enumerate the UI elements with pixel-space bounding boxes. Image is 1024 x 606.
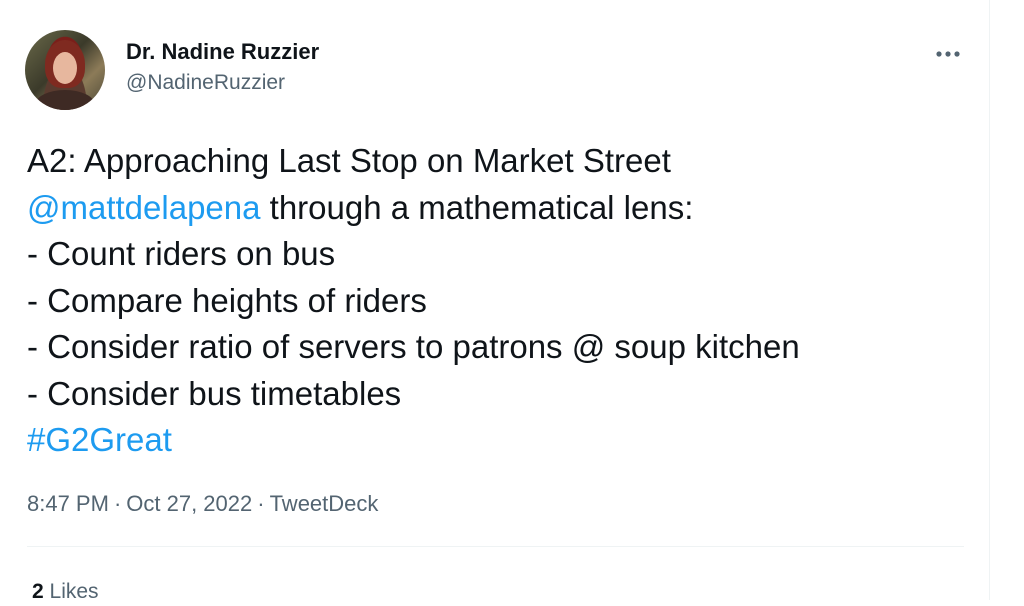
tweet-line: A2: Approaching Last Stop on Market Stre… xyxy=(27,142,671,179)
likes-stat[interactable]: 2 Likes xyxy=(32,578,99,606)
more-horizontal-icon xyxy=(936,51,960,57)
author-handle[interactable]: @NadineRuzzier xyxy=(126,69,319,97)
tweet-source[interactable]: TweetDeck xyxy=(270,491,379,516)
tweet-line: - Consider ratio of servers to patrons @… xyxy=(27,328,800,365)
tweet-metadata: 8:47 PM · Oct 27, 2022 · TweetDeck xyxy=(27,490,378,518)
tweet-text: A2: Approaching Last Stop on Market Stre… xyxy=(27,138,967,464)
tweet-line: - Consider bus timetables xyxy=(27,374,402,412)
tweet-line: #G2Great xyxy=(27,417,967,464)
mention-link[interactable]: @mattdelapena xyxy=(27,189,260,226)
separator: · xyxy=(113,491,122,516)
divider xyxy=(27,546,964,547)
tweet-time[interactable]: 8:47 PM xyxy=(27,491,109,516)
tweet-line: @mattdelapena through a mathematical len… xyxy=(27,185,967,232)
tweet-date[interactable]: Oct 27, 2022 xyxy=(126,491,252,516)
author-info: Dr. Nadine Ruzzier @NadineRuzzier xyxy=(126,38,319,97)
tweet-detail-panel: Dr. Nadine Ruzzier @NadineRuzzier A2: Ap… xyxy=(0,0,990,603)
author-display-name[interactable]: Dr. Nadine Ruzzier xyxy=(126,38,319,66)
more-options-button[interactable] xyxy=(931,40,965,68)
avatar[interactable] xyxy=(25,30,105,110)
separator: · xyxy=(257,491,265,516)
tweet-line: - Count riders on bus xyxy=(27,235,336,272)
tweet-line-text: through a mathematical lens: xyxy=(260,188,694,226)
hashtag-link[interactable]: #G2Great xyxy=(27,421,172,458)
tweet-line: - Compare heights of riders xyxy=(27,281,427,319)
tweet-header: Dr. Nadine Ruzzier @NadineRuzzier xyxy=(25,30,965,110)
